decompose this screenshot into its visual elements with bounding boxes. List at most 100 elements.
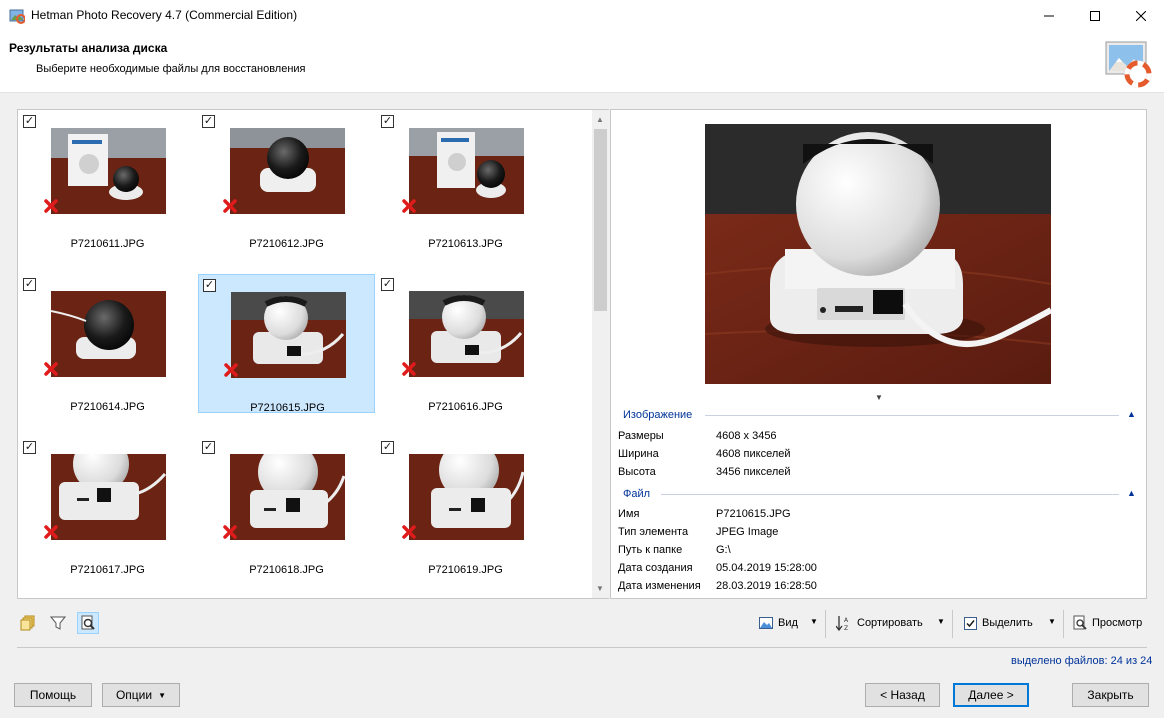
thumbnail-tile[interactable]: ✓ P7210614.JPG: [19, 274, 196, 413]
deleted-mark-icon: [44, 199, 58, 213]
close-icon: [1136, 10, 1146, 21]
thumbnail-scrollbar[interactable]: ▲ ▼: [592, 109, 609, 599]
scroll-up-icon[interactable]: ▲: [596, 115, 604, 124]
collapse-chevron-icon[interactable]: ▲: [1127, 409, 1136, 419]
file-name: P7210612.JPG: [249, 238, 324, 250]
view-dropdown-icon[interactable]: ▼: [810, 617, 818, 626]
sort-dropdown-icon[interactable]: ▼: [937, 617, 945, 626]
file-checkbox[interactable]: ✓: [381, 115, 394, 128]
thumbnail-tile[interactable]: ✓ P7210616.JPG: [377, 274, 554, 413]
sort-icon: A Z: [836, 616, 849, 631]
help-button[interactable]: Помощь: [14, 683, 92, 707]
search-file-button[interactable]: [77, 612, 99, 634]
preview-image: [705, 124, 1051, 384]
thumbnail-tile-selected[interactable]: ✓ P7210615.JPG: [198, 274, 375, 414]
thumbnail-grid[interactable]: ✓ P7210611.JPG ✓ P7210612.JPG ✓ P7210613…: [17, 109, 609, 599]
next-label: Далее >: [968, 688, 1014, 702]
minimize-icon: [1044, 15, 1054, 16]
file-name: P7210619.JPG: [428, 564, 503, 576]
prop-label: Путь к папке: [618, 544, 683, 556]
file-section-title: Файл: [623, 488, 651, 500]
svg-text:Z: Z: [844, 625, 848, 631]
select-button[interactable]: Выделить: [964, 612, 1033, 634]
file-checkbox[interactable]: ✓: [202, 115, 215, 128]
prop-value: P7210615.JPG: [716, 508, 791, 520]
minimize-button[interactable]: [1026, 0, 1072, 31]
prop-label: Ширина: [618, 448, 659, 460]
options-label: Опции: [115, 688, 153, 702]
thumbnail-tile[interactable]: ✓ P7210611.JPG: [19, 111, 196, 250]
prop-value: 4608 x 3456: [716, 430, 777, 442]
prop-label: Высота: [618, 466, 656, 478]
thumbnail-image: [51, 128, 166, 214]
filter-button[interactable]: [47, 612, 69, 634]
picture-icon: [759, 617, 773, 629]
window-title: Hetman Photo Recovery 4.7 (Commercial Ed…: [31, 8, 298, 22]
deleted-mark-icon: [402, 525, 416, 539]
open-folder-button[interactable]: [17, 612, 39, 634]
prop-value: 28.03.2019 16:28:50: [716, 580, 817, 592]
filter-icon: [50, 616, 66, 630]
files-selected-status: выделено файлов: 24 из 24: [1011, 655, 1153, 667]
thumbnail-image: [51, 291, 166, 377]
file-checkbox[interactable]: ✓: [203, 279, 216, 292]
thumbnail-tile[interactable]: ✓ P7210617.JPG: [19, 437, 196, 576]
thumbnail-tile[interactable]: ✓ P7210613.JPG: [377, 111, 554, 250]
file-checkbox[interactable]: ✓: [381, 441, 394, 454]
toolbar-separator: [1063, 610, 1064, 638]
close-label: Закрыть: [1087, 688, 1134, 702]
file-checkbox[interactable]: ✓: [23, 115, 36, 128]
splitter-toggle-icon[interactable]: ▼: [875, 393, 883, 402]
section-divider: [705, 415, 1119, 416]
next-button[interactable]: Далее >: [953, 683, 1029, 707]
title-bar: Hetman Photo Recovery 4.7 (Commercial Ed…: [0, 0, 1164, 31]
close-window-button[interactable]: [1118, 0, 1164, 31]
deleted-mark-icon: [402, 362, 416, 376]
section-divider: [661, 494, 1119, 495]
preview-button[interactable]: Просмотр: [1073, 612, 1142, 634]
file-name: P7210614.JPG: [70, 401, 145, 413]
prop-label: Тип элемента: [618, 526, 689, 538]
options-button[interactable]: Опции ▼: [102, 683, 180, 707]
page-subtitle: Выберите необходимые файлы для восстанов…: [36, 63, 306, 75]
prop-value: G:\: [716, 544, 731, 556]
view-label: Вид: [778, 617, 798, 629]
file-checkbox[interactable]: ✓: [381, 278, 394, 291]
thumbnail-tile[interactable]: ✓ P7210619.JPG: [377, 437, 554, 576]
file-name: P7210615.JPG: [250, 402, 325, 414]
prop-label: Размеры: [618, 430, 664, 442]
app-icon: [9, 9, 25, 24]
thumbnail-tile[interactable]: ✓ P7210618.JPG: [198, 437, 375, 576]
file-name: P7210617.JPG: [70, 564, 145, 576]
file-checkbox[interactable]: ✓: [23, 441, 36, 454]
collapse-chevron-icon[interactable]: ▲: [1127, 488, 1136, 498]
deleted-mark-icon: [402, 199, 416, 213]
deleted-mark-icon: [44, 362, 58, 376]
prop-value: 05.04.2019 15:28:00: [716, 562, 817, 574]
sort-button[interactable]: A Z Сортировать: [836, 612, 923, 634]
file-name: P7210616.JPG: [428, 401, 503, 413]
maximize-button[interactable]: [1072, 0, 1118, 31]
maximize-icon: [1090, 10, 1100, 21]
scrollbar-thumb[interactable]: [594, 129, 607, 311]
recovery-logo-icon: [1105, 41, 1152, 88]
file-checkbox[interactable]: ✓: [202, 441, 215, 454]
prop-value: 3456 пикселей: [716, 466, 791, 478]
file-checkbox[interactable]: ✓: [23, 278, 36, 291]
checkbox-icon: [964, 616, 977, 630]
scroll-down-icon[interactable]: ▼: [596, 584, 604, 593]
svg-text:A: A: [844, 617, 849, 624]
sort-label: Сортировать: [857, 617, 923, 629]
file-name: P7210618.JPG: [249, 564, 324, 576]
thumbnail-image: [409, 291, 524, 377]
select-dropdown-icon[interactable]: ▼: [1048, 617, 1056, 626]
thumbnail-image: [409, 454, 524, 540]
file-name: P7210611.JPG: [70, 238, 145, 250]
close-button[interactable]: Закрыть: [1072, 683, 1149, 707]
back-button[interactable]: < Назад: [865, 683, 940, 707]
view-button[interactable]: Вид: [759, 612, 798, 634]
thumbnail-tile[interactable]: ✓ P7210612.JPG: [198, 111, 375, 250]
image-section-title: Изображение: [623, 409, 693, 421]
chevron-down-icon: ▼: [158, 690, 167, 700]
thumbnail-image: [51, 454, 166, 540]
